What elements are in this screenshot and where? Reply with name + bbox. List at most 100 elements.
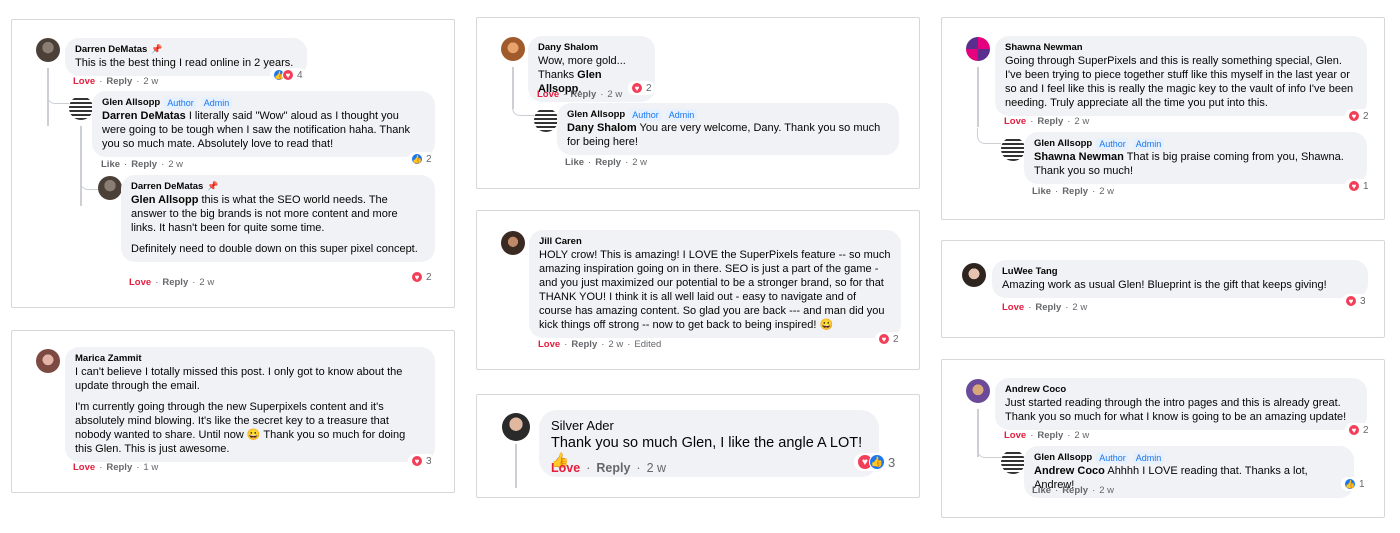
reply-button[interactable]: Reply xyxy=(106,462,132,473)
mention-link[interactable]: Darren DeMatas xyxy=(102,110,186,122)
timestamp[interactable]: 2 w xyxy=(632,157,647,168)
reply-button[interactable]: Reply xyxy=(570,89,596,100)
author-name[interactable]: Glen Allsopp xyxy=(1034,451,1092,464)
author-name[interactable]: Darren DeMatas xyxy=(75,43,147,56)
avatar[interactable] xyxy=(69,96,93,120)
author-name[interactable]: Shawna Newman xyxy=(1005,41,1357,54)
comment-card-darren: Darren DeMatas 📌 This is the best thing I… xyxy=(11,19,455,308)
reply-button[interactable]: Reply xyxy=(1062,485,1088,496)
comment-card-marica: Marica Zammit I can't believe I totally … xyxy=(11,330,455,493)
reaction-summary[interactable]: 👍 2 xyxy=(408,152,435,166)
avatar[interactable] xyxy=(36,349,60,373)
heart-icon: ♥ xyxy=(282,69,294,81)
like-button[interactable]: Like xyxy=(565,157,584,168)
reply-button[interactable]: Reply xyxy=(1037,116,1063,127)
author-name[interactable]: Marica Zammit xyxy=(75,352,425,365)
like-button[interactable]: Like xyxy=(101,159,120,170)
author-name[interactable]: Glen Allsopp xyxy=(102,96,160,109)
reply-button[interactable]: Reply xyxy=(1062,186,1088,197)
reply-button[interactable]: Reply xyxy=(595,157,621,168)
avatar[interactable] xyxy=(501,231,525,255)
love-button[interactable]: Love xyxy=(1004,116,1026,127)
reply-button[interactable]: Reply xyxy=(571,339,597,350)
mention-link[interactable]: Dany Shalom xyxy=(567,122,637,134)
reaction-summary[interactable]: ♥ 3 xyxy=(1342,294,1369,308)
reaction-summary[interactable]: ♥ 2 xyxy=(875,332,902,346)
avatar[interactable] xyxy=(966,379,990,403)
comment-text: This is the best thing I read online in … xyxy=(75,57,294,69)
love-button[interactable]: Love xyxy=(73,462,95,473)
heart-icon: ♥ xyxy=(1348,180,1360,192)
author-name[interactable]: Jill Caren xyxy=(539,235,891,248)
love-button[interactable]: Love xyxy=(73,76,95,87)
author-name[interactable]: Glen Allsopp xyxy=(1034,137,1092,150)
timestamp[interactable]: 2 w xyxy=(1074,116,1089,127)
reaction-summary[interactable]: ♥ 👍 3 xyxy=(854,453,899,471)
reply-button[interactable]: Reply xyxy=(1037,430,1063,441)
heart-icon: ♥ xyxy=(411,455,423,467)
reaction-summary[interactable]: ♥ 2 xyxy=(1345,423,1372,437)
reaction-count: 3 xyxy=(888,454,896,470)
avatar[interactable] xyxy=(966,37,990,61)
like-button[interactable]: Like xyxy=(1032,485,1051,496)
comment-text: Wow, more gold... xyxy=(538,55,626,67)
timestamp[interactable]: 2 w xyxy=(199,277,214,288)
timestamp[interactable]: 2 w xyxy=(1099,485,1114,496)
reaction-summary[interactable]: 👍 ♥ 4 xyxy=(270,68,306,82)
author-name[interactable]: LuWee Tang xyxy=(1002,265,1358,278)
reaction-count: 2 xyxy=(1363,424,1369,436)
avatar[interactable] xyxy=(36,38,60,62)
author-name[interactable]: Silver Ader xyxy=(551,417,867,434)
reaction-count: 2 xyxy=(426,153,432,165)
timestamp[interactable]: 2 w xyxy=(168,159,183,170)
comment-text: Just started reading through the intro p… xyxy=(1005,397,1347,423)
mention-link[interactable]: Andrew Coco xyxy=(1034,465,1105,477)
timestamp[interactable]: 1 w xyxy=(143,462,158,473)
reaction-count: 1 xyxy=(1363,180,1369,192)
author-name[interactable]: Darren DeMatas xyxy=(131,180,203,193)
timestamp[interactable]: 2 w xyxy=(1072,302,1087,313)
timestamp[interactable]: 2 w xyxy=(143,76,158,87)
avatar[interactable] xyxy=(1001,450,1025,474)
reply-button[interactable]: Reply xyxy=(106,76,132,87)
reaction-summary[interactable]: ♥ 3 xyxy=(408,454,435,468)
love-button[interactable]: Love xyxy=(551,461,580,475)
author-name[interactable]: Dany Shalom xyxy=(538,41,645,54)
mention-link[interactable]: Glen Allsopp xyxy=(131,194,198,206)
avatar[interactable] xyxy=(534,108,558,132)
comment-card-shawna: Shawna Newman Going through SuperPixels … xyxy=(941,17,1385,220)
avatar[interactable] xyxy=(1001,137,1025,161)
avatar[interactable] xyxy=(502,413,530,441)
timestamp[interactable]: 2 w xyxy=(1099,186,1114,197)
reply-button[interactable]: Reply xyxy=(1035,302,1061,313)
reply-button[interactable]: Reply xyxy=(131,159,157,170)
thread-line xyxy=(515,444,517,488)
admin-badge: Admin xyxy=(1132,451,1165,464)
edited-label[interactable]: Edited xyxy=(634,339,661,350)
timestamp[interactable]: 2 w xyxy=(1074,430,1089,441)
reply-button[interactable]: Reply xyxy=(596,461,630,475)
author-name[interactable]: Glen Allsopp xyxy=(567,108,625,121)
reply-button[interactable]: Reply xyxy=(162,277,188,288)
avatar[interactable] xyxy=(98,176,122,200)
love-button[interactable]: Love xyxy=(1004,430,1026,441)
love-button[interactable]: Love xyxy=(537,89,559,100)
reaction-summary[interactable]: ♥ 2 xyxy=(1345,109,1372,123)
timestamp[interactable]: 2 w xyxy=(647,461,666,475)
reaction-summary[interactable]: 👍 1 xyxy=(1341,477,1368,491)
reaction-summary[interactable]: ♥ 2 xyxy=(628,81,655,95)
author-name[interactable]: Andrew Coco xyxy=(1005,383,1357,396)
love-button[interactable]: Love xyxy=(1002,302,1024,313)
heart-icon: ♥ xyxy=(411,271,423,283)
avatar[interactable] xyxy=(962,263,986,287)
reaction-summary[interactable]: ♥ 1 xyxy=(1345,179,1372,193)
love-button[interactable]: Love xyxy=(129,277,151,288)
reaction-summary[interactable]: ♥ 2 xyxy=(408,270,435,284)
timestamp[interactable]: 2 w xyxy=(608,339,623,350)
avatar[interactable] xyxy=(501,37,525,61)
mention-link[interactable]: Shawna Newman xyxy=(1034,151,1124,163)
author-badge: Author xyxy=(629,108,662,121)
love-button[interactable]: Love xyxy=(538,339,560,350)
like-button[interactable]: Like xyxy=(1032,186,1051,197)
timestamp[interactable]: 2 w xyxy=(607,89,622,100)
